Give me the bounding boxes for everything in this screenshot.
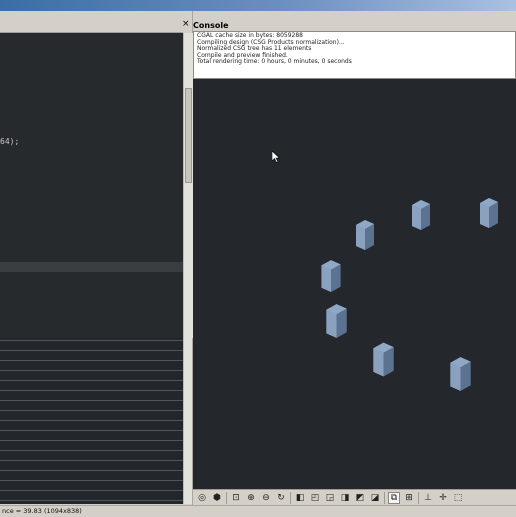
table-row-divider bbox=[0, 410, 183, 411]
view-front-icon[interactable]: ◩ bbox=[354, 492, 366, 504]
hexagonal-prism bbox=[373, 342, 394, 377]
console-line: Total rendering time: 0 hours, 0 minutes… bbox=[197, 58, 352, 66]
crosshairs-icon[interactable]: ✛ bbox=[437, 492, 449, 504]
preview-icon[interactable]: ◎ bbox=[196, 492, 208, 504]
editor-header bbox=[0, 20, 183, 33]
view-right-icon[interactable]: ◧ bbox=[294, 492, 306, 504]
lower-scrollbar[interactable] bbox=[183, 338, 192, 504]
code-editor[interactable]: 64); bbox=[0, 33, 183, 338]
zoom-in-icon[interactable]: ⊕ bbox=[245, 492, 257, 504]
current-line-highlight bbox=[0, 262, 183, 272]
table-row-divider bbox=[0, 490, 183, 491]
hexagonal-prism bbox=[326, 304, 347, 338]
editor-lower-area bbox=[0, 338, 183, 504]
editor-scroll-thumb[interactable] bbox=[185, 88, 192, 183]
orthogonal-icon[interactable]: ⊞ bbox=[403, 492, 415, 504]
view-left-icon[interactable]: ◨ bbox=[339, 492, 351, 504]
edges-icon[interactable]: ⬚ bbox=[452, 492, 464, 504]
console-output: CGAL cache size in bytes: 8059288 Compil… bbox=[193, 31, 516, 79]
table-row-divider bbox=[0, 420, 183, 421]
editor-scrollbar[interactable] bbox=[183, 33, 193, 338]
code-line: 64); bbox=[0, 137, 20, 146]
toolbar-separator bbox=[384, 491, 385, 504]
toolbar-separator bbox=[290, 491, 291, 504]
zoom-all-icon[interactable]: ⊡ bbox=[230, 492, 242, 504]
table-row-divider bbox=[0, 380, 183, 381]
view-bottom-icon[interactable]: ◲ bbox=[324, 492, 336, 504]
table-row-divider bbox=[0, 450, 183, 451]
table-row-divider bbox=[0, 470, 183, 471]
view-toolbar: ◎ ⬢ ⊡ ⊕ ⊖ ↻ ◧ ◰ ◲ ◨ ◩ ◪ ⧉ ⊞ ⊥ ✛ ⬚ bbox=[193, 489, 516, 505]
toolbar-separator bbox=[418, 491, 419, 504]
table-row-divider bbox=[0, 460, 183, 461]
view-top-icon[interactable]: ◰ bbox=[309, 492, 321, 504]
table-row-divider bbox=[0, 400, 183, 401]
table-row-divider bbox=[0, 480, 183, 481]
table-row-divider bbox=[0, 360, 183, 361]
table-row-divider bbox=[0, 340, 183, 341]
perspective-icon[interactable]: ⧉ bbox=[388, 491, 400, 504]
hexagonal-prism bbox=[480, 198, 498, 228]
table-row-divider bbox=[0, 430, 183, 431]
hexagonal-prism bbox=[321, 260, 341, 292]
toolbar-separator bbox=[226, 491, 227, 504]
editor-close-icon[interactable]: × bbox=[182, 18, 190, 30]
table-row-divider bbox=[0, 350, 183, 351]
render-icon[interactable]: ⬢ bbox=[211, 492, 223, 504]
axes-icon[interactable]: ⊥ bbox=[422, 492, 434, 504]
table-row-divider bbox=[0, 440, 183, 441]
window-title-bar bbox=[0, 0, 516, 11]
reset-view-icon[interactable]: ↻ bbox=[275, 492, 287, 504]
hexagonal-prism bbox=[356, 220, 374, 250]
table-row-divider bbox=[0, 370, 183, 371]
status-bar: nce = 39.83 (1094x838) bbox=[0, 505, 516, 516]
table-row-divider bbox=[0, 390, 183, 391]
3d-viewport[interactable] bbox=[193, 79, 516, 489]
table-row-divider bbox=[0, 500, 183, 501]
console-title: Console bbox=[193, 21, 229, 30]
hexagonal-prism bbox=[412, 200, 430, 230]
hexagonal-prism bbox=[450, 357, 471, 391]
zoom-out-icon[interactable]: ⊖ bbox=[260, 492, 272, 504]
view-back-icon[interactable]: ◪ bbox=[369, 492, 381, 504]
